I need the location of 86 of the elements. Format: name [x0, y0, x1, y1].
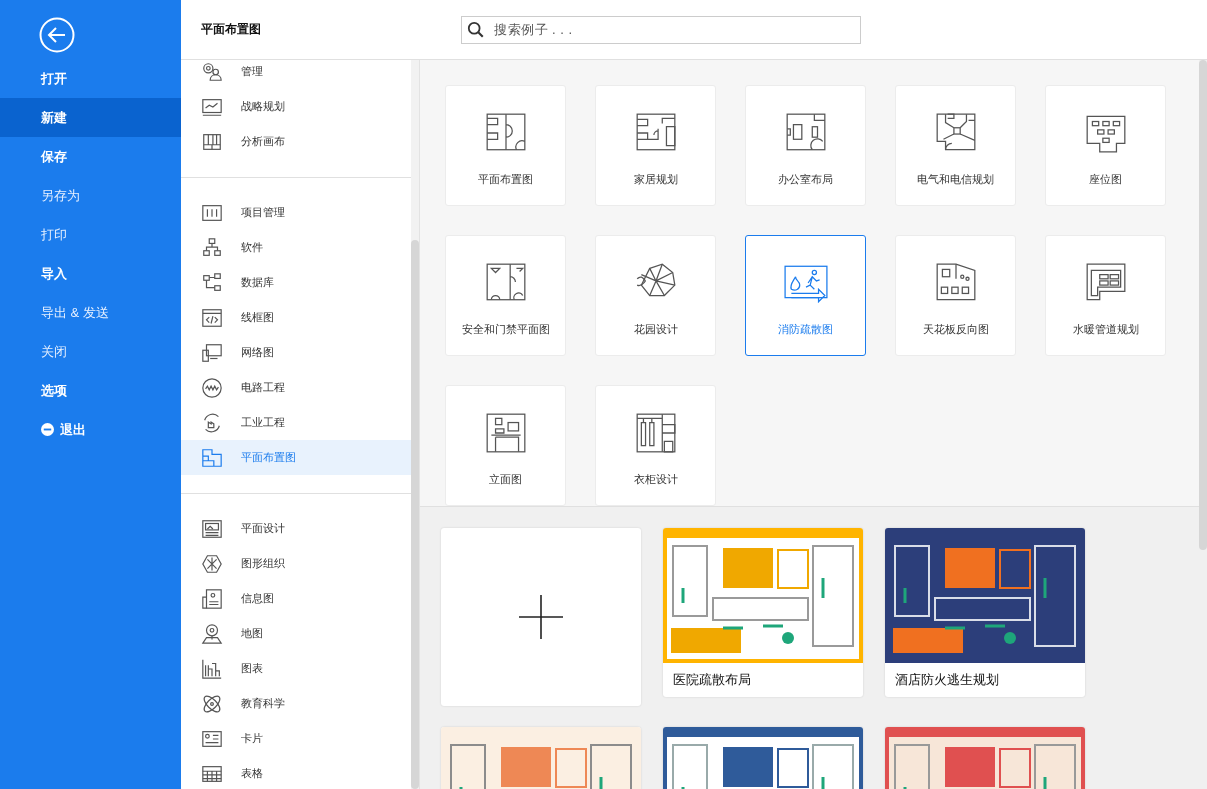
- template-card[interactable]: 安全和门禁平面图: [445, 235, 566, 356]
- hexagon-star-icon: [201, 552, 223, 575]
- menu-item[interactable]: 选项: [0, 371, 181, 410]
- infographic-icon: [201, 587, 223, 610]
- category-item[interactable]: 图形组织: [181, 546, 411, 581]
- category-label: 信息图: [241, 591, 274, 606]
- menu-item[interactable]: 导出 & 发送: [0, 293, 181, 332]
- menu-item[interactable]: 打开: [0, 59, 181, 98]
- menu-item[interactable]: 导入: [0, 254, 181, 293]
- category-item[interactable]: 平面设计: [181, 511, 411, 546]
- category-item[interactable]: 信息图: [181, 581, 411, 616]
- scroll-thumb[interactable]: [1199, 60, 1207, 550]
- category-label: 卡片: [241, 731, 263, 746]
- example-card[interactable]: 医院疏散布局: [663, 528, 863, 697]
- menu-item[interactable]: 保存: [0, 137, 181, 176]
- floor-plan-icon: [201, 446, 223, 469]
- template-card[interactable]: 衣柜设计: [595, 385, 716, 506]
- category-item[interactable]: 图表: [181, 651, 411, 686]
- category-item[interactable]: 管理: [181, 60, 411, 89]
- cycle-factory-icon: [201, 411, 223, 434]
- image-document-icon: [201, 517, 223, 540]
- menu-item[interactable]: 另存为: [0, 176, 181, 215]
- category-label: 项目管理: [241, 205, 285, 220]
- category-label: 战略规划: [241, 99, 285, 114]
- bar-chart-icon: [201, 657, 223, 680]
- category-label: 平面设计: [241, 521, 285, 536]
- category-label: 图形组织: [241, 556, 285, 571]
- category-item[interactable]: 项目管理: [181, 195, 411, 230]
- category-item[interactable]: 电路工程: [181, 370, 411, 405]
- category-label: 网络图: [241, 345, 274, 360]
- category-label: 工业工程: [241, 415, 285, 430]
- search-field[interactable]: 搜索例子 . . .: [461, 15, 861, 44]
- code-window-icon: [201, 306, 223, 329]
- category-item[interactable]: 教育科学: [181, 686, 411, 721]
- category-label: 电路工程: [241, 380, 285, 395]
- category-item[interactable]: 卡片: [181, 721, 411, 756]
- template-card[interactable]: 水暖管道规划: [1045, 235, 1166, 356]
- category-item[interactable]: 线框图: [181, 300, 411, 335]
- template-card[interactable]: 家居规划: [595, 85, 716, 206]
- template-card[interactable]: 电气和电信规划: [895, 85, 1016, 206]
- devices-icon: [201, 341, 223, 364]
- category-label: 管理: [241, 64, 263, 79]
- category-label: 教育科学: [241, 696, 285, 711]
- panel-title: 平面布置图: [200, 21, 262, 38]
- category-item[interactable]: 工业工程: [181, 405, 411, 440]
- map-pin-icon: [201, 622, 223, 645]
- category-label: 分析画布: [241, 134, 285, 149]
- scroll-thumb[interactable]: [411, 240, 419, 789]
- category-item[interactable]: 数据库: [181, 265, 411, 300]
- menu-item[interactable]: 新建: [0, 98, 181, 137]
- category-label: 平面布置图: [241, 450, 296, 465]
- example-title: 医院疏散布局: [672, 671, 752, 689]
- category-item[interactable]: 平面布置图: [181, 440, 411, 475]
- category-item[interactable]: 软件: [181, 230, 411, 265]
- category-item[interactable]: 表格: [181, 756, 411, 789]
- plus-icon: [519, 595, 563, 639]
- gear-people-icon: [201, 60, 223, 83]
- category-item[interactable]: 网络图: [181, 335, 411, 370]
- back-button[interactable]: [39, 17, 75, 53]
- template-card[interactable]: 花园设计: [595, 235, 716, 356]
- category-label: 表格: [241, 766, 263, 781]
- template-card[interactable]: 消防疏散图: [745, 235, 866, 356]
- category-label: 软件: [241, 240, 263, 255]
- template-card[interactable]: 天花板反向图: [895, 235, 1016, 356]
- category-item[interactable]: 地图: [181, 616, 411, 651]
- example-title: 酒店防火逃生规划: [894, 671, 1000, 689]
- category-label: 地图: [241, 626, 263, 641]
- template-card[interactable]: 座位图: [1045, 85, 1166, 206]
- minus-circle-icon: [41, 423, 54, 436]
- search-icon: [467, 20, 485, 39]
- hierarchy-icon: [201, 236, 223, 259]
- category-item[interactable]: 分析画布: [181, 124, 411, 159]
- template-card[interactable]: 办公室布局: [745, 85, 866, 206]
- new-diagram-card[interactable]: [441, 528, 641, 706]
- category-label: 数据库: [241, 275, 274, 290]
- menu-item[interactable]: 关闭: [0, 332, 181, 371]
- category-label: 图表: [241, 661, 263, 676]
- menu-item[interactable]: 打印: [0, 215, 181, 254]
- template-card[interactable]: 平面布置图: [445, 85, 566, 206]
- menu-item[interactable]: 退出: [0, 410, 181, 449]
- example-card[interactable]: 酒店防火逃生规划: [885, 528, 1085, 697]
- category-item[interactable]: 战略规划: [181, 89, 411, 124]
- flowchart-icon: [201, 271, 223, 294]
- wave-circle-icon: [201, 376, 223, 399]
- template-card[interactable]: 立面图: [445, 385, 566, 506]
- category-label: 线框图: [241, 310, 274, 325]
